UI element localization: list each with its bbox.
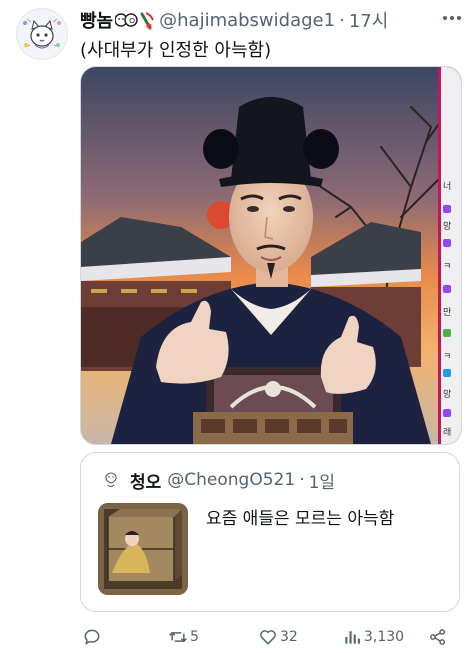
views-count: 3,130 xyxy=(364,629,405,645)
views-button[interactable]: 3,130 xyxy=(342,624,404,650)
quote-time[interactable]: 1일 xyxy=(309,468,335,493)
tweet-media-image[interactable]: 너 망 ㅋ 만 ㅋ 망 래 xyxy=(80,66,462,445)
sketch-avatar-icon xyxy=(100,468,122,490)
quote-text: 요즘 애들은 모르는 아늑함 xyxy=(206,509,395,529)
stream-chat-strip: 너 망 ㅋ 만 ㅋ 망 래 xyxy=(438,67,461,444)
like-count: 32 xyxy=(280,629,298,645)
tweet-action-bar: 5 32 3,130 xyxy=(80,624,458,650)
quote-thumbnail[interactable] xyxy=(98,503,188,595)
like-button[interactable]: 32 xyxy=(258,624,298,650)
joseon-scholar-stream-image xyxy=(81,67,461,444)
quote-separator-dot: · xyxy=(299,470,305,490)
reply-button[interactable] xyxy=(82,624,102,650)
more-dots-icon xyxy=(443,16,461,20)
reply-icon xyxy=(84,629,100,645)
quote-author-avatar[interactable] xyxy=(100,468,122,490)
retweet-count: 5 xyxy=(190,629,199,645)
separator-dot: · xyxy=(339,9,345,31)
tweet-text: (사대부가 인정한 아늑함) xyxy=(80,40,272,61)
more-options-button[interactable] xyxy=(436,4,468,32)
author-row: 빵놈 ㅇ @hajimabswidage1 · 17시 xyxy=(80,7,388,33)
retweet-icon xyxy=(169,631,187,643)
svg-text:ㅇ: ㅇ xyxy=(128,17,136,27)
name-emoji-icons: ㅇ xyxy=(114,10,155,30)
author-handle[interactable]: @hajimabswidage1 xyxy=(159,10,335,31)
cat-avatar-icon xyxy=(17,9,67,59)
tweet-time[interactable]: 17시 xyxy=(349,7,388,33)
quote-author-row: 청오 @CheongO521 · 1일 xyxy=(130,468,335,493)
share-button[interactable] xyxy=(428,624,448,650)
quote-author-display-name[interactable]: 청오 xyxy=(130,468,161,493)
author-display-name[interactable]: 빵놈 xyxy=(80,7,113,33)
views-icon xyxy=(345,631,360,644)
retweet-button[interactable]: 5 xyxy=(168,624,199,650)
heart-icon xyxy=(260,630,276,645)
share-icon xyxy=(430,629,446,645)
quote-author-handle[interactable]: @CheongO521 xyxy=(167,470,295,490)
wooden-box-room-image xyxy=(98,503,188,595)
author-avatar[interactable] xyxy=(16,8,68,60)
